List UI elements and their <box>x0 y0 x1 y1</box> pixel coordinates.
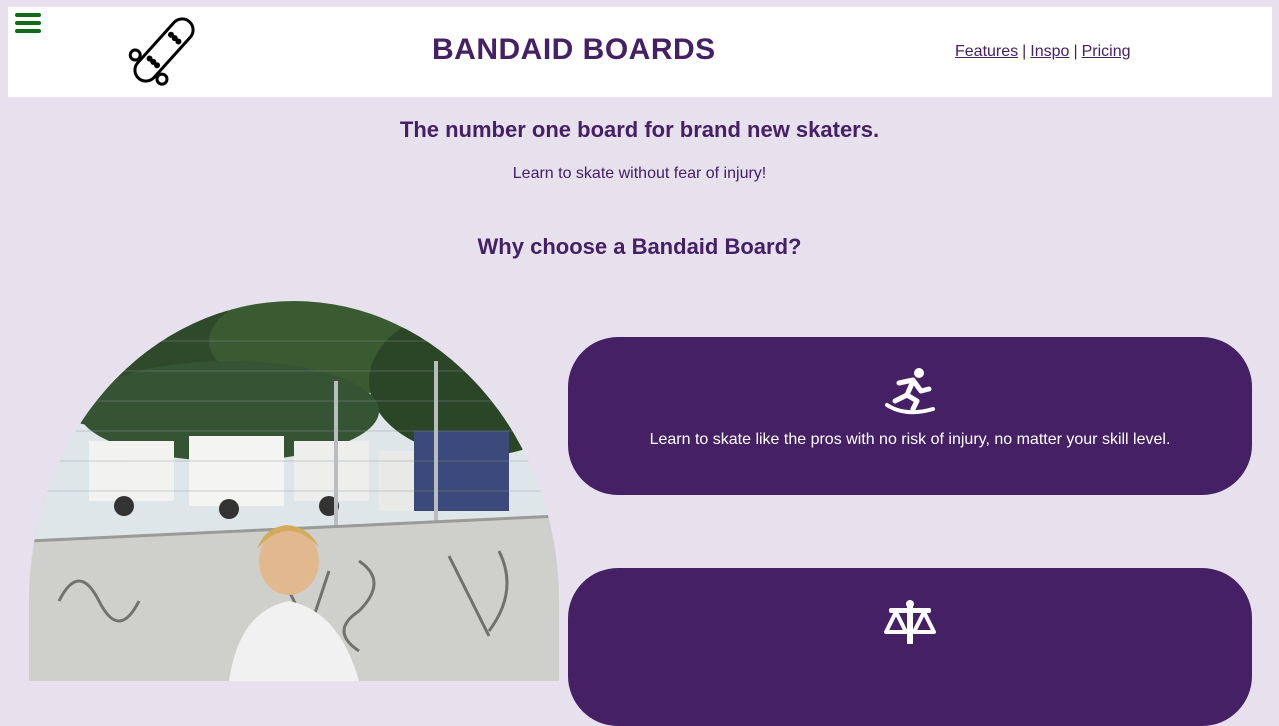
skater-icon <box>885 368 935 415</box>
nav-link-features[interactable]: Features <box>955 43 1018 60</box>
top-nav: Features | Inspo | Pricing <box>955 43 1131 61</box>
skater-photo <box>29 301 559 681</box>
nav-separator: | <box>1073 43 1078 60</box>
skateboard-icon <box>128 17 195 86</box>
nav-link-pricing[interactable]: Pricing <box>1082 43 1131 60</box>
site-header: BANDAID BOARDS Features | Inspo | Pricing <box>8 7 1272 97</box>
hero-subline: Learn to skate without fear of injury! <box>512 165 767 182</box>
nav-separator: | <box>1022 43 1027 60</box>
brand-title: BANDAID BOARDS <box>432 33 716 66</box>
hero-photo <box>29 301 559 681</box>
features-heading: Why choose a Bandaid Board? <box>477 234 802 259</box>
feature-card-safety: Learn to skate like the pros with no ris… <box>568 337 1252 495</box>
nav-link-inspo[interactable]: Inspo <box>1030 43 1069 60</box>
balance-scale-icon <box>884 600 936 644</box>
hero-headline: The number one board for brand new skate… <box>399 117 880 142</box>
feature-card-text: Learn to skate like the pros with no ris… <box>649 431 1171 448</box>
hamburger-menu-icon[interactable] <box>15 13 41 33</box>
feature-card-balance <box>568 568 1252 726</box>
